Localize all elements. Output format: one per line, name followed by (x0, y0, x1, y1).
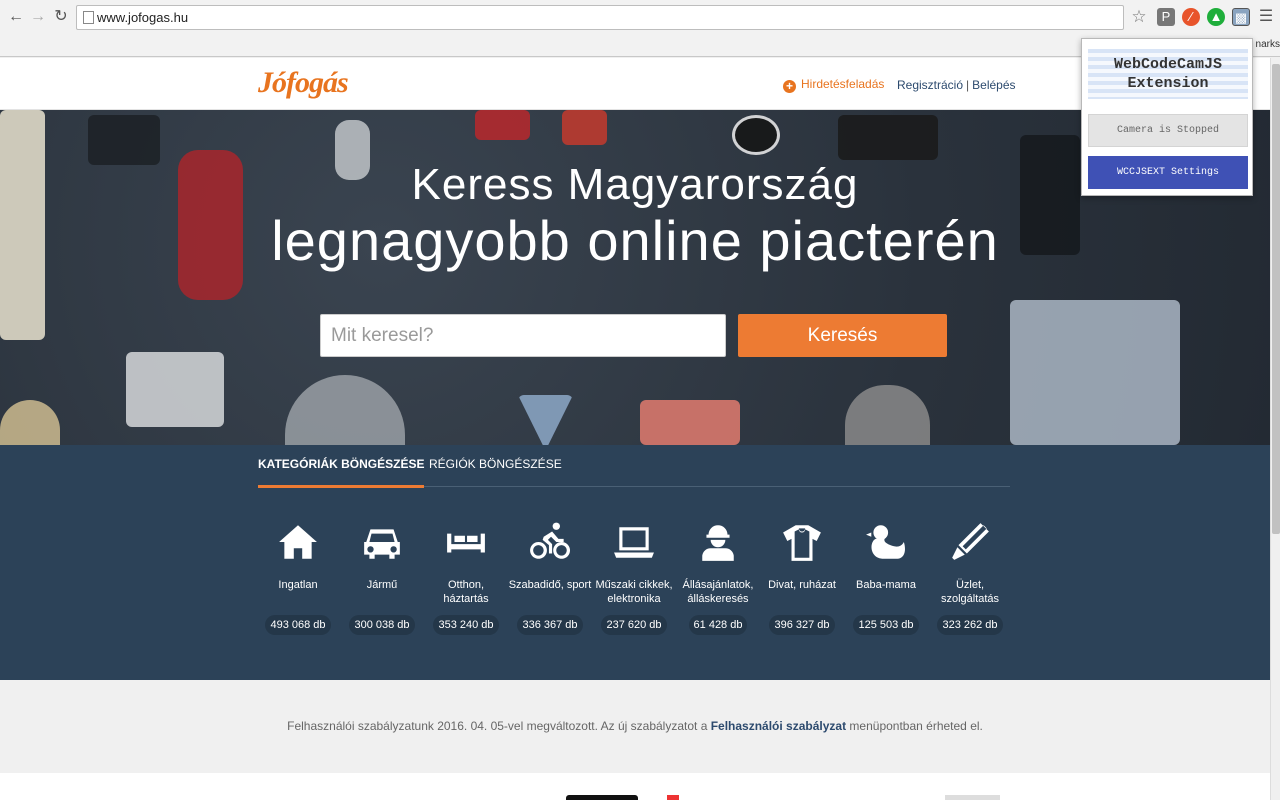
shirt-decoration (1010, 300, 1180, 445)
red-badge (667, 795, 679, 800)
browse-section: KATEGÓRIÁK BÖNGÉSZÉSE RÉGIÓK BÖNGÉSZÉSE … (0, 445, 1270, 680)
category-label: Állásajánlatok, álláskeresés (682, 579, 754, 605)
forward-arrow-icon[interactable]: → (28, 7, 48, 27)
back-arrow-icon[interactable]: ← (6, 7, 26, 27)
notice-suffix: menüpontban érheted el. (846, 719, 983, 733)
scarf2-decoration (562, 110, 607, 145)
url-text[interactable]: www.jofogas.hu (97, 10, 188, 25)
category-label: Műszaki cikkek, elektronika (595, 579, 673, 605)
category-szabadido[interactable]: Szabadidő, sport 336 367 db (508, 519, 592, 635)
p-extension-icon[interactable]: P (1157, 8, 1175, 26)
dice-decoration (838, 115, 938, 160)
worker-icon (676, 519, 760, 565)
shoes-decoration (640, 400, 740, 445)
hero-title-line2: legnagyobb online piacterén (271, 209, 999, 272)
register-link[interactable]: Regisztráció (897, 78, 963, 92)
footer-logo (945, 795, 1000, 800)
hubcap-decoration (285, 375, 405, 445)
bookmarks-label[interactable]: narks (1256, 39, 1280, 50)
coffee-decoration (732, 115, 780, 155)
shuttlecock-decoration (518, 395, 573, 445)
login-link[interactable]: Belépés (972, 78, 1015, 92)
category-ingatlan[interactable]: Ingatlan 493 068 db (256, 519, 340, 635)
laptop-icon (592, 519, 676, 565)
category-divat[interactable]: Divat, ruházat 396 327 db (760, 519, 844, 635)
auth-separator: | (966, 78, 970, 92)
pen-icon (928, 519, 1012, 565)
category-label: Jármű (366, 579, 398, 591)
footer-strip (0, 773, 1270, 800)
plus-circle-icon: + (783, 80, 796, 93)
page-icon (83, 11, 94, 24)
qr-extension-icon[interactable]: ▩ (1232, 8, 1250, 26)
camera-status[interactable]: Camera is Stopped (1088, 114, 1248, 147)
teddy-decoration (845, 385, 930, 445)
sofa-icon (424, 519, 508, 565)
red-extension-icon[interactable]: ∕ (1182, 8, 1200, 26)
scrollbar-thumb[interactable] (1272, 64, 1280, 534)
notice-text: Felhasználói szabályzatunk 2016. 04. 05-… (0, 719, 1270, 733)
duck-icon (844, 519, 928, 565)
category-uzlet[interactable]: Üzlet, szolgáltatás 323 262 db (928, 519, 1012, 635)
category-label: Otthon, háztartás (443, 579, 489, 605)
category-count: 353 240 db (433, 615, 499, 635)
category-allas[interactable]: Állásajánlatok, álláskeresés 61 428 db (676, 519, 760, 635)
category-count: 493 068 db (265, 615, 331, 635)
extension-title-line2: Extension (1127, 75, 1209, 92)
tab-regions[interactable]: RÉGIÓK BÖNGÉSZÉSE (429, 457, 562, 485)
extension-title-line1: WebCodeCamJS (1113, 56, 1223, 73)
category-baba[interactable]: Baba-mama 125 503 db (844, 519, 928, 635)
category-muszaki[interactable]: Műszaki cikkek, elektronika 237 620 db (592, 519, 676, 635)
camera-decoration (126, 352, 224, 427)
category-label: Baba-mama (856, 579, 916, 591)
tab-categories[interactable]: KATEGÓRIÁK BÖNGÉSZÉSE (258, 457, 425, 488)
extension-settings-button[interactable]: WCCJSEXT Settings (1088, 156, 1248, 189)
hero-section: Keress Magyarország legnagyobb online pi… (0, 110, 1270, 445)
car-icon (340, 519, 424, 565)
category-count: 323 262 db (937, 615, 1003, 635)
category-label: Ingatlan (278, 579, 318, 591)
bicycle-icon (508, 519, 592, 565)
category-otthon[interactable]: Otthon, háztartás 353 240 db (424, 519, 508, 635)
extension-popup: WebCodeCamJS Extension Camera is Stopped… (1081, 38, 1253, 196)
post-ad-label: Hirdetésfeladás (801, 77, 885, 91)
browse-tabs: KATEGÓRIÁK BÖNGÉSZÉSE RÉGIÓK BÖNGÉSZÉSE (258, 445, 1010, 488)
category-count: 300 038 db (349, 615, 415, 635)
category-count: 61 428 db (688, 615, 748, 635)
hero-title-line1: Keress Magyarország (411, 160, 859, 209)
category-jarmu[interactable]: Jármű 300 038 db (340, 519, 424, 635)
reload-icon[interactable]: ↻ (51, 7, 71, 27)
category-count: 237 620 db (601, 615, 667, 635)
app-store-badge[interactable] (566, 795, 638, 800)
menu-icon[interactable]: ☰ (1257, 8, 1275, 26)
post-ad-link[interactable]: + Hirdetésfeladás (783, 77, 884, 93)
extension-title: WebCodeCamJS Extension (1082, 55, 1254, 93)
category-label: Divat, ruházat (768, 579, 836, 591)
terms-link[interactable]: Felhasználói szabályzat (711, 719, 846, 733)
category-count: 336 367 db (517, 615, 583, 635)
terms-notice: Felhasználói szabályzatunk 2016. 04. 05-… (0, 680, 1270, 773)
house-icon (256, 519, 340, 565)
category-label: Üzlet, szolgáltatás (940, 579, 1000, 605)
site-logo[interactable]: Jófogás (258, 66, 349, 100)
page-scrollbar[interactable] (1270, 58, 1280, 800)
tshirt-icon (760, 519, 844, 565)
category-label: Szabadidő, sport (508, 579, 592, 591)
browser-toolbar: ← → ↻ www.jofogas.hu ☆ P ∕ ▲ ▩ ☰ (0, 0, 1280, 36)
category-count: 396 327 db (769, 615, 835, 635)
notice-prefix: Felhasználói szabályzatunk 2016. 04. 05-… (287, 719, 711, 733)
category-count: 125 503 db (853, 615, 919, 635)
scarf-decoration (475, 110, 530, 140)
wallet-decoration (88, 115, 160, 165)
search-button[interactable]: Keresés (738, 314, 947, 357)
hat-decoration (0, 400, 60, 445)
star-icon[interactable]: ☆ (1130, 8, 1148, 26)
auth-links: Regisztráció | Belépés (897, 78, 1016, 92)
address-bar[interactable]: www.jofogas.hu (76, 5, 1124, 30)
search-input[interactable] (320, 314, 726, 357)
green-extension-icon[interactable]: ▲ (1207, 8, 1225, 26)
